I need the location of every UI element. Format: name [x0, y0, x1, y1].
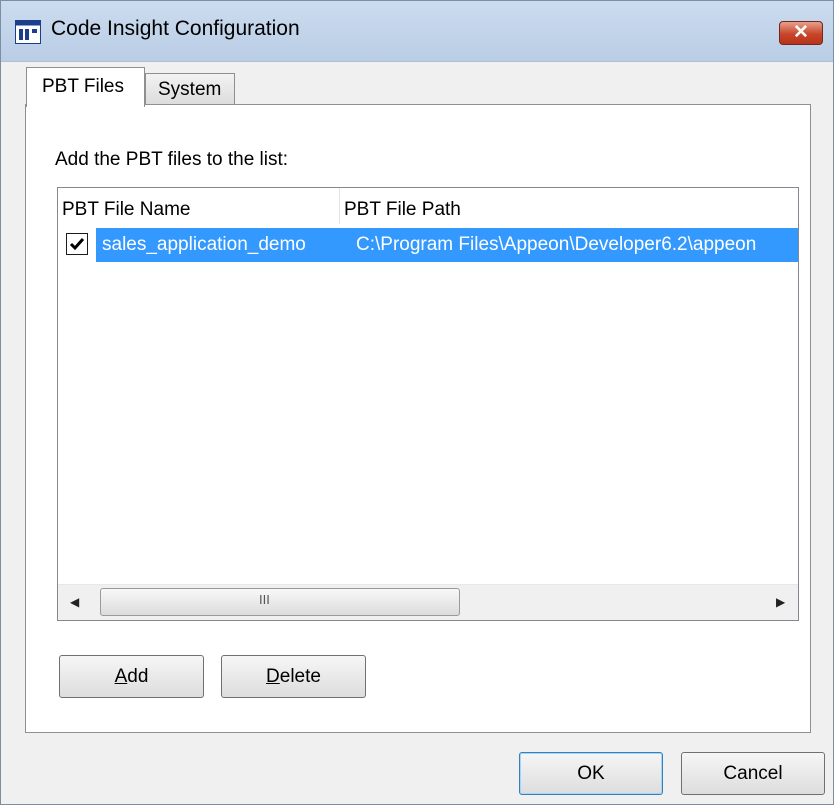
close-button[interactable]: ✕: [779, 21, 823, 45]
title-bar[interactable]: Code Insight Configuration ✕: [1, 1, 833, 62]
close-icon: ✕: [793, 22, 809, 43]
tab-system[interactable]: System: [145, 73, 235, 105]
ok-button[interactable]: OK: [519, 752, 663, 795]
add-button-mnemonic: A: [114, 666, 128, 687]
dialog-window: Code Insight Configuration ✕ PBT Files S…: [0, 0, 834, 805]
horizontal-scrollbar[interactable]: ◀ III ▶: [58, 584, 798, 620]
add-button-label: dd: [127, 666, 149, 687]
delete-button-label: elete: [279, 666, 321, 687]
scrollbar-thumb[interactable]: III: [100, 588, 460, 616]
scroll-left-icon[interactable]: ◀: [70, 595, 79, 609]
window-app-icon: [15, 20, 41, 44]
delete-button[interactable]: Delete: [221, 655, 366, 698]
scroll-right-icon[interactable]: ▶: [776, 595, 785, 609]
column-header-name[interactable]: PBT File Name: [62, 188, 340, 224]
scrollbar-grip-icon: III: [259, 592, 270, 607]
cell-file-name: sales_application_demo: [102, 234, 306, 255]
cancel-button[interactable]: Cancel: [681, 752, 825, 795]
pbt-file-list[interactable]: PBT File Name PBT File Path sales_applic…: [57, 187, 799, 621]
delete-button-mnemonic: D: [266, 666, 280, 687]
add-button[interactable]: Add: [59, 655, 204, 698]
cell-file-path: C:\Program Files\Appeon\Developer6.2\app…: [356, 234, 757, 255]
window-title: Code Insight Configuration: [51, 17, 300, 40]
row-checkbox[interactable]: [66, 233, 88, 255]
column-header-path[interactable]: PBT File Path: [344, 188, 794, 224]
instruction-label: Add the PBT files to the list:: [55, 149, 289, 170]
tab-pbt-files[interactable]: PBT Files: [26, 67, 145, 107]
checkmark-icon: [69, 238, 85, 251]
list-row[interactable]: sales_application_demo C:\Program Files\…: [58, 228, 798, 262]
